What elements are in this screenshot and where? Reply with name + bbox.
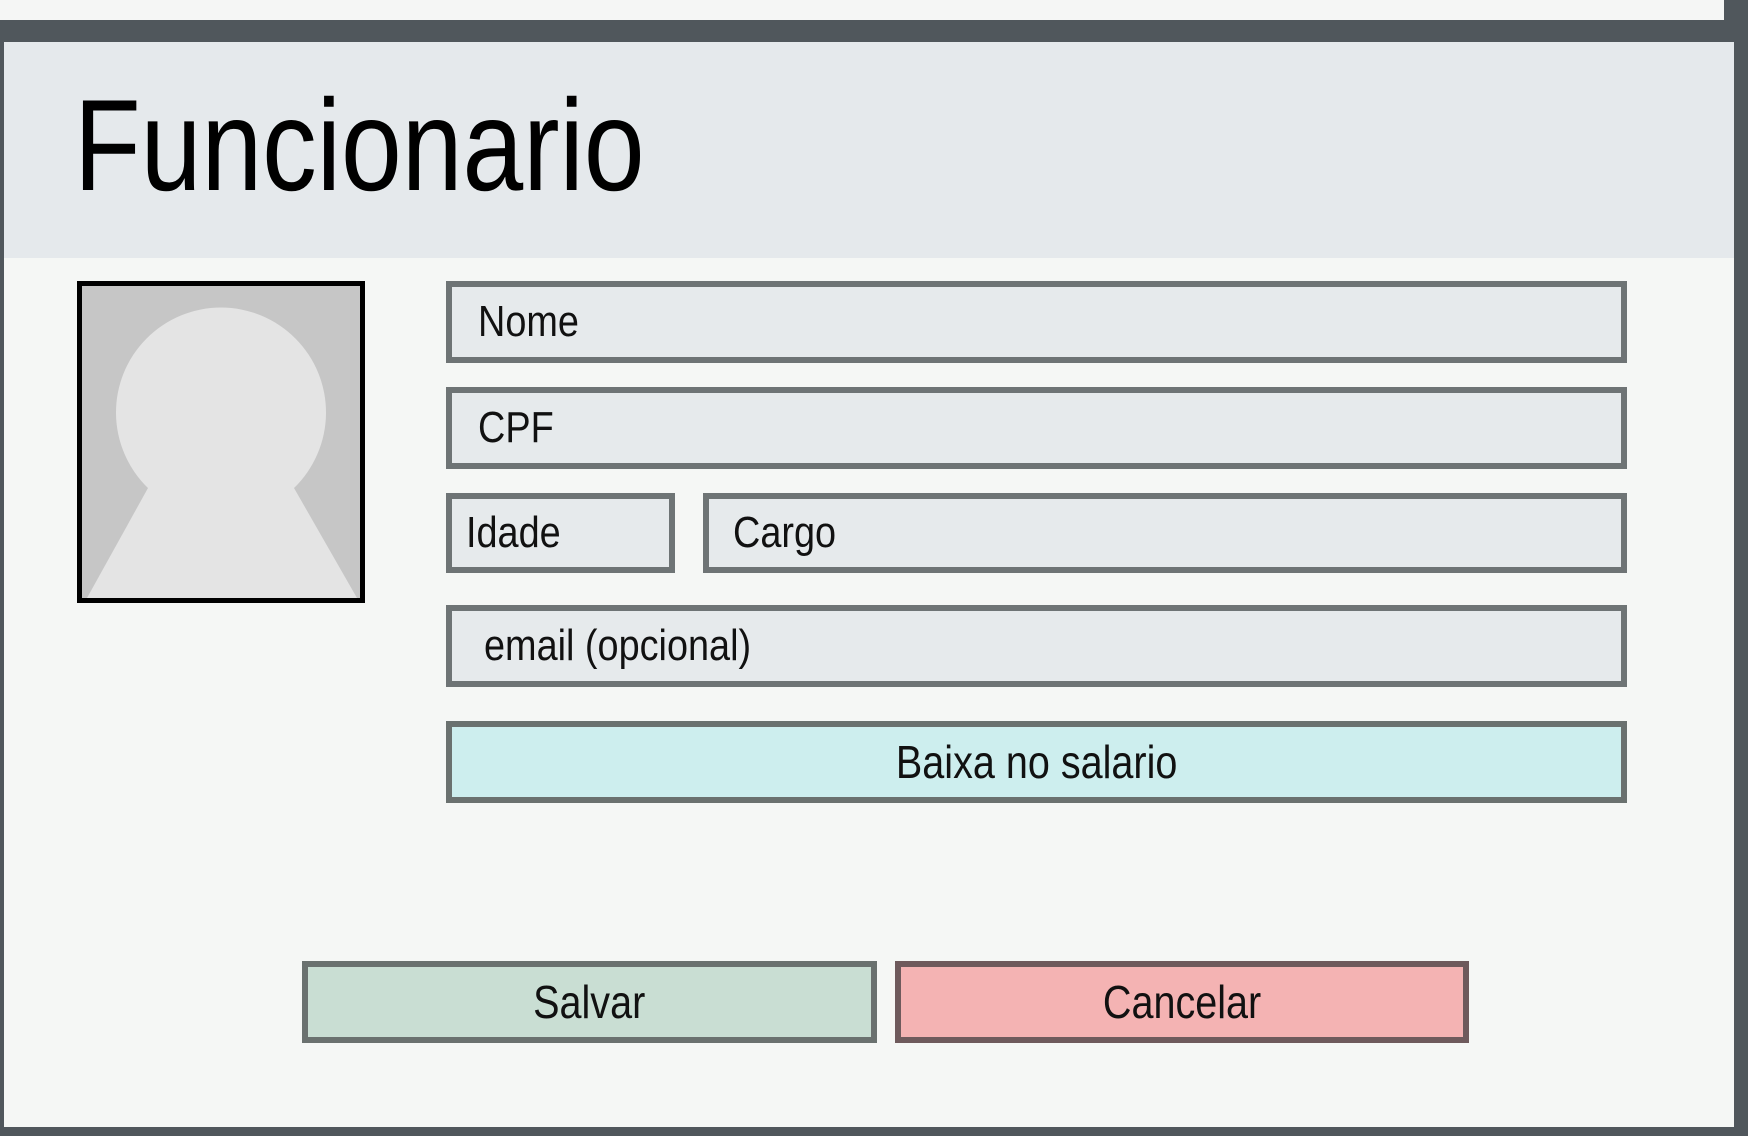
dialog-header: Funcionario bbox=[4, 42, 1734, 258]
salvar-button[interactable]: Salvar bbox=[302, 961, 877, 1043]
avatar[interactable] bbox=[77, 281, 365, 603]
cpf-placeholder: CPF bbox=[478, 403, 554, 452]
background-window-strip bbox=[0, 0, 1724, 20]
baixa-salario-button[interactable]: Baixa no salario bbox=[446, 721, 1627, 803]
idade-field[interactable]: Idade bbox=[446, 493, 675, 573]
cargo-placeholder: Cargo bbox=[733, 508, 837, 557]
cargo-field[interactable]: Cargo bbox=[703, 493, 1627, 573]
nome-placeholder: Nome bbox=[478, 297, 579, 346]
salvar-label: Salvar bbox=[533, 976, 646, 1028]
employee-dialog: Funcionario Nome CPF Idade Cargo email (… bbox=[4, 42, 1734, 1127]
cancelar-button[interactable]: Cancelar bbox=[895, 961, 1469, 1043]
email-placeholder: email (opcional) bbox=[484, 621, 752, 670]
email-field[interactable]: email (opcional) bbox=[446, 605, 1627, 687]
baixa-salario-label: Baixa no salario bbox=[895, 736, 1178, 788]
cpf-field[interactable]: CPF bbox=[446, 387, 1627, 469]
person-placeholder-icon bbox=[82, 286, 360, 598]
idade-placeholder: Idade bbox=[466, 508, 561, 557]
cancelar-label: Cancelar bbox=[1102, 976, 1262, 1028]
nome-field[interactable]: Nome bbox=[446, 281, 1627, 363]
page-title: Funcionario bbox=[74, 72, 645, 218]
